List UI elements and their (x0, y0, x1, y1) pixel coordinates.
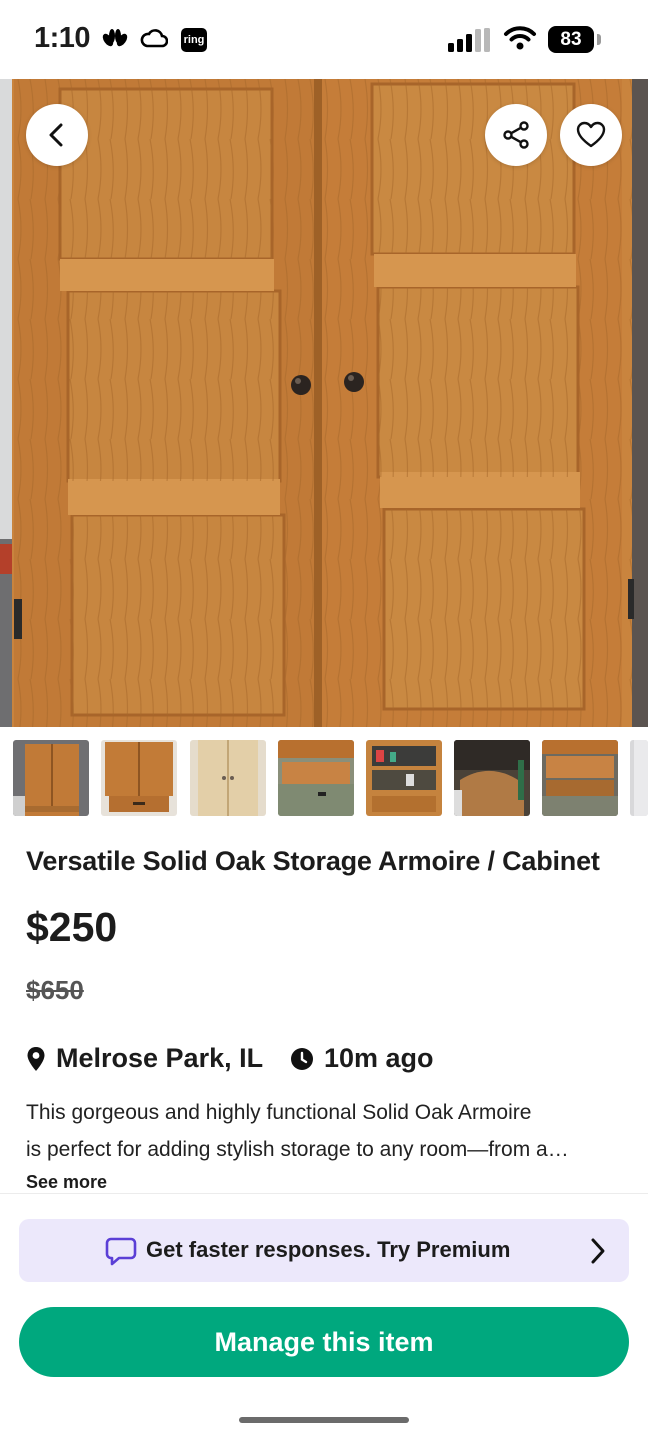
battery-tip (597, 34, 601, 45)
photo-thumbnail[interactable] (101, 740, 177, 816)
chat-bubble-icon (105, 1236, 137, 1271)
armoire-photo (0, 79, 648, 727)
cell-signal-icon (448, 28, 492, 57)
original-price: $650 (26, 975, 84, 1005)
photo-thumbnail[interactable] (13, 740, 89, 816)
nbc-peacock-icon (102, 28, 128, 53)
photo-thumbnail-strip[interactable] (13, 740, 648, 816)
cloud-icon (140, 28, 169, 53)
photo-thumbnail[interactable] (630, 740, 648, 816)
favorite-button[interactable] (560, 104, 622, 166)
share-icon (503, 121, 529, 149)
manage-item-button[interactable]: Manage this item (19, 1307, 629, 1377)
listing-title: Versatile Solid Oak Storage Armoire / Ca… (26, 846, 600, 876)
description-line: This gorgeous and highly functional Soli… (26, 1101, 532, 1124)
description-line: is perfect for adding stylish storage to… (26, 1138, 569, 1161)
heart-icon (576, 121, 606, 148)
chevron-left-icon (49, 123, 63, 147)
clock-icon (290, 1047, 314, 1071)
premium-banner[interactable]: Get faster responses. Try Premium (19, 1219, 629, 1282)
location-text: Melrose Park, IL (56, 1043, 264, 1073)
divider (0, 1193, 648, 1194)
location-pin-icon (26, 1046, 46, 1072)
ring-app-icon: ring (181, 28, 207, 52)
premium-banner-text: Get faster responses. Try Premium (146, 1237, 511, 1262)
wifi-icon (503, 25, 537, 56)
back-button[interactable] (26, 104, 88, 166)
home-indicator[interactable] (239, 1417, 409, 1423)
posted-text: 10m ago (324, 1043, 434, 1073)
photo-thumbnail[interactable] (542, 740, 618, 816)
battery-indicator: 83 (548, 26, 594, 53)
photo-thumbnail[interactable] (366, 740, 442, 816)
listing-description: This gorgeous and highly functional Soli… (26, 1094, 626, 1168)
listing-location[interactable]: Melrose Park, IL (26, 1043, 263, 1074)
share-button[interactable] (485, 104, 547, 166)
status-bar: 1:10 ring 83 (0, 0, 648, 79)
listing-photo[interactable] (0, 79, 648, 727)
posted-time: 10m ago (290, 1043, 434, 1074)
photo-thumbnail[interactable] (454, 740, 530, 816)
status-time: 1:10 (34, 22, 91, 54)
photo-thumbnail[interactable] (190, 740, 266, 816)
chevron-right-icon (589, 1237, 607, 1270)
see-more-link[interactable]: See more (26, 1172, 107, 1193)
photo-thumbnail[interactable] (278, 740, 354, 816)
listing-price: $250 (26, 904, 118, 950)
